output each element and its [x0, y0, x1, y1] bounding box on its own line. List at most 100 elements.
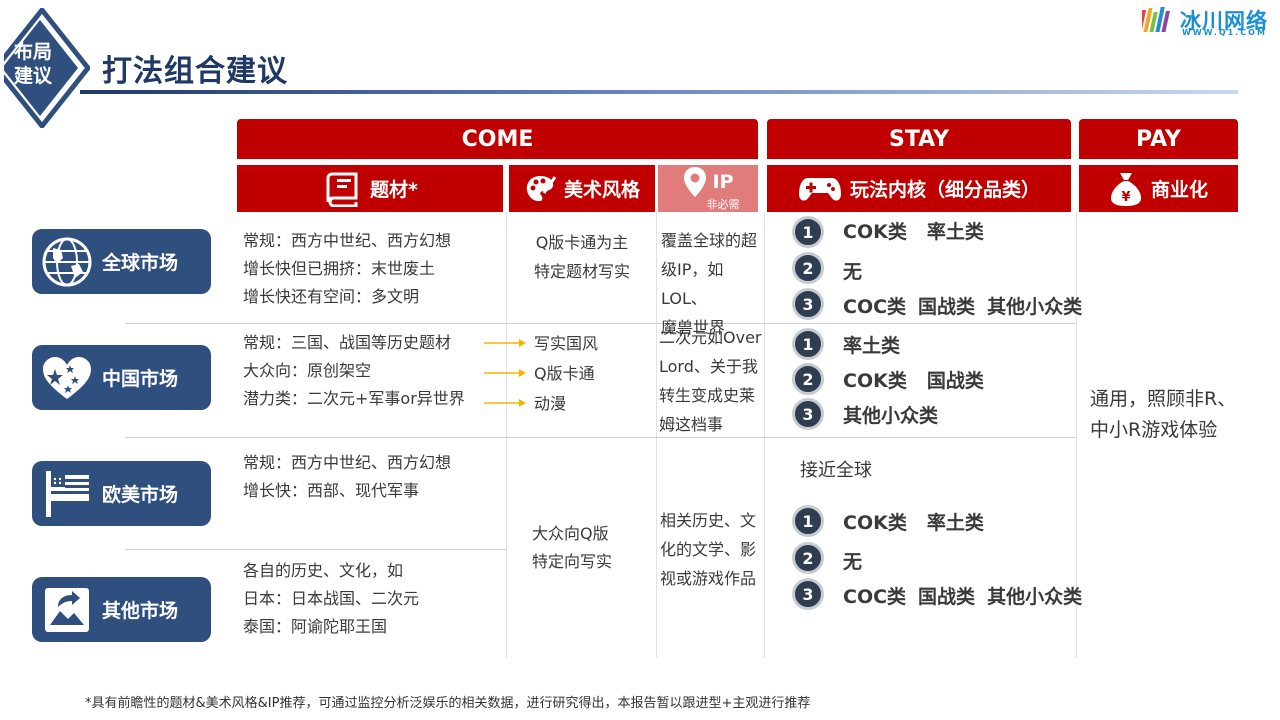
picture-icon — [45, 587, 89, 632]
row-divider — [125, 549, 506, 550]
subheader-ip-note: 非必需 — [706, 197, 740, 211]
column-divider — [506, 212, 507, 658]
ip-line: 化的文学、影 — [660, 540, 757, 559]
footnote: *具有前瞻性的题材&美术风格&IP推荐，可通过监控分析泛娱乐的相关数据，进行研究… — [85, 696, 811, 711]
topic-line: 泰国：阿谕陀耶王国 — [243, 617, 388, 636]
topic-line: 增长快还有空间：多文明 — [243, 287, 420, 306]
stay-west-note: 接近全球 — [800, 460, 872, 481]
badge-line-2: 建议 — [13, 65, 52, 87]
ip-line: 级IP，如LOL、 — [661, 260, 724, 308]
topic-line: 日本：日本战国、二次元 — [243, 589, 420, 608]
art-line: 大众向Q版 — [532, 524, 609, 543]
subheader-monetize: ¥ 商业化 — [1079, 165, 1238, 212]
section-badge: 布局 建议 — [6, 40, 60, 88]
ip-line: 相关历史、文 — [660, 511, 757, 530]
band-pay: PAY — [1079, 119, 1238, 159]
ip-line: 转生变成史莱 — [659, 386, 756, 405]
location-pin-icon — [683, 166, 706, 197]
rank-badge: 3 — [792, 288, 824, 320]
svg-text:¥: ¥ — [1121, 190, 1130, 205]
market-china: 中国市场 — [32, 345, 211, 410]
topic-line: 潜力类：二次元+军事or异世界 — [243, 389, 465, 408]
art-line: 动漫 — [534, 394, 567, 413]
topic-line: 常规：西方中世纪、西方幻想 — [243, 231, 452, 250]
topic-line: 各自的历史、文化，如 — [243, 561, 404, 580]
page-title: 打法组合建议 — [102, 54, 288, 89]
column-divider — [656, 212, 657, 658]
market-china-label: 中国市场 — [102, 368, 179, 390]
market-global: 全球市场 — [32, 229, 211, 294]
market-other: 其他市场 — [32, 577, 211, 642]
ip-line: 二次元如Over — [659, 328, 762, 347]
market-west: 欧美市场 — [32, 461, 211, 526]
book-icon — [326, 172, 358, 207]
title-divider — [80, 90, 1238, 94]
flag-icon — [46, 470, 89, 517]
topic-other: 各自的历史、文化，如 日本：日本战国、二次元 泰国：阿谕陀耶王国 — [243, 557, 419, 641]
stay-global-rank-3: COC类 国战类 其他小众类 — [843, 296, 1083, 318]
pay-text: 通用，照顾非R、 中小R游戏体验 — [1090, 384, 1236, 446]
topic-line: 增长快：西部、现代军事 — [243, 481, 420, 500]
logo-mark-icon — [1142, 7, 1170, 32]
band-come: COME — [237, 119, 758, 159]
rank-badge: 2 — [792, 363, 824, 395]
arrow-right-icon — [484, 399, 526, 407]
rank-badge: 3 — [792, 578, 824, 610]
art-west-other: 大众向Q版 特定向写实 — [532, 520, 612, 576]
ip-line: 覆盖全球的超 — [661, 231, 758, 250]
market-global-label: 全球市场 — [102, 252, 179, 274]
subheader-art-label: 美术风格 — [563, 179, 640, 201]
market-west-label: 欧美市场 — [102, 484, 179, 506]
stay-west-rank-3: COC类 国战类 其他小众类 — [843, 586, 1083, 608]
palette-brush-icon — [526, 175, 556, 201]
art-line: 特定向写实 — [532, 552, 613, 571]
subheader-ip: IP 非必需 — [658, 165, 758, 212]
arrow-right-icon — [484, 369, 526, 377]
pay-line: 中小R游戏体验 — [1090, 419, 1218, 441]
subheader-core: 玩法内核（细分品类） — [767, 165, 1071, 212]
rank-badge: 2 — [792, 542, 824, 574]
subheader-art: 美术风格 — [509, 165, 655, 212]
band-stay: STAY — [767, 119, 1071, 159]
topic-line: 大众向：原创架空 — [243, 361, 372, 380]
row-divider — [125, 323, 1076, 324]
globe-icon — [42, 237, 92, 286]
topic-line: 常规：三国、战国等历史题材 — [243, 333, 452, 352]
rank-badge: 1 — [792, 505, 824, 537]
subheader-topic-label: 题材* — [370, 179, 418, 201]
stay-china-rank-3: 其他小众类 — [843, 405, 939, 427]
art-line: Q版卡通为主 — [535, 233, 629, 252]
topic-china: 常规：三国、战国等历史题材 大众向：原创架空 潜力类：二次元+军事or异世界 — [243, 329, 465, 413]
heart-stars-icon — [43, 356, 91, 399]
ip-china: 二次元如Over Lord、关于我 转生变成史莱 姆这档事 — [659, 323, 763, 439]
stay-china-rank-1: 率土类 — [843, 335, 901, 357]
rank-badge: 1 — [792, 328, 824, 360]
art-china: 写实国风 Q版卡通 动漫 — [534, 329, 598, 419]
ip-west-other: 相关历史、文 化的文学、影 视或游戏作品 — [660, 506, 764, 593]
art-line: 写实国风 — [534, 334, 599, 353]
row-divider — [125, 437, 1076, 438]
money-bag-icon: ¥ — [1110, 172, 1141, 206]
stay-china-rank-2: COK类 国战类 — [843, 370, 984, 392]
pay-line: 通用，照顾非R、 — [1090, 388, 1237, 410]
rank-badge: 3 — [792, 398, 824, 430]
subheader-core-label: 玩法内核（细分品类） — [849, 179, 1040, 201]
logo-url: WWW.Q1.COM — [1182, 28, 1267, 37]
art-line: 特定题材写实 — [533, 262, 630, 281]
rank-badge: 1 — [792, 216, 824, 248]
stay-west-rank-1: COK类 率土类 — [843, 512, 984, 534]
art-global: Q版卡通为主 特定题材写实 — [509, 228, 655, 286]
topic-global: 常规：西方中世纪、西方幻想 增长快但已拥挤：末世废土 增长快还有空间：多文明 — [243, 227, 451, 311]
art-line: Q版卡通 — [534, 364, 595, 383]
market-other-label: 其他市场 — [102, 600, 179, 622]
badge-line-1: 布局 — [13, 41, 52, 63]
gamepad-icon — [798, 177, 841, 201]
stay-global-rank-2: 无 — [843, 261, 863, 283]
rank-badge: 2 — [792, 252, 824, 284]
subheader-topic: 题材* — [237, 165, 503, 212]
subheader-monetize-label: 商业化 — [1150, 179, 1208, 201]
topic-line: 增长快但已拥挤：末世废土 — [243, 259, 436, 278]
stay-west-rank-2: 无 — [843, 551, 863, 573]
topic-line: 常规：西方中世纪、西方幻想 — [243, 453, 452, 472]
stay-global-rank-1: COK类 率土类 — [843, 221, 984, 243]
